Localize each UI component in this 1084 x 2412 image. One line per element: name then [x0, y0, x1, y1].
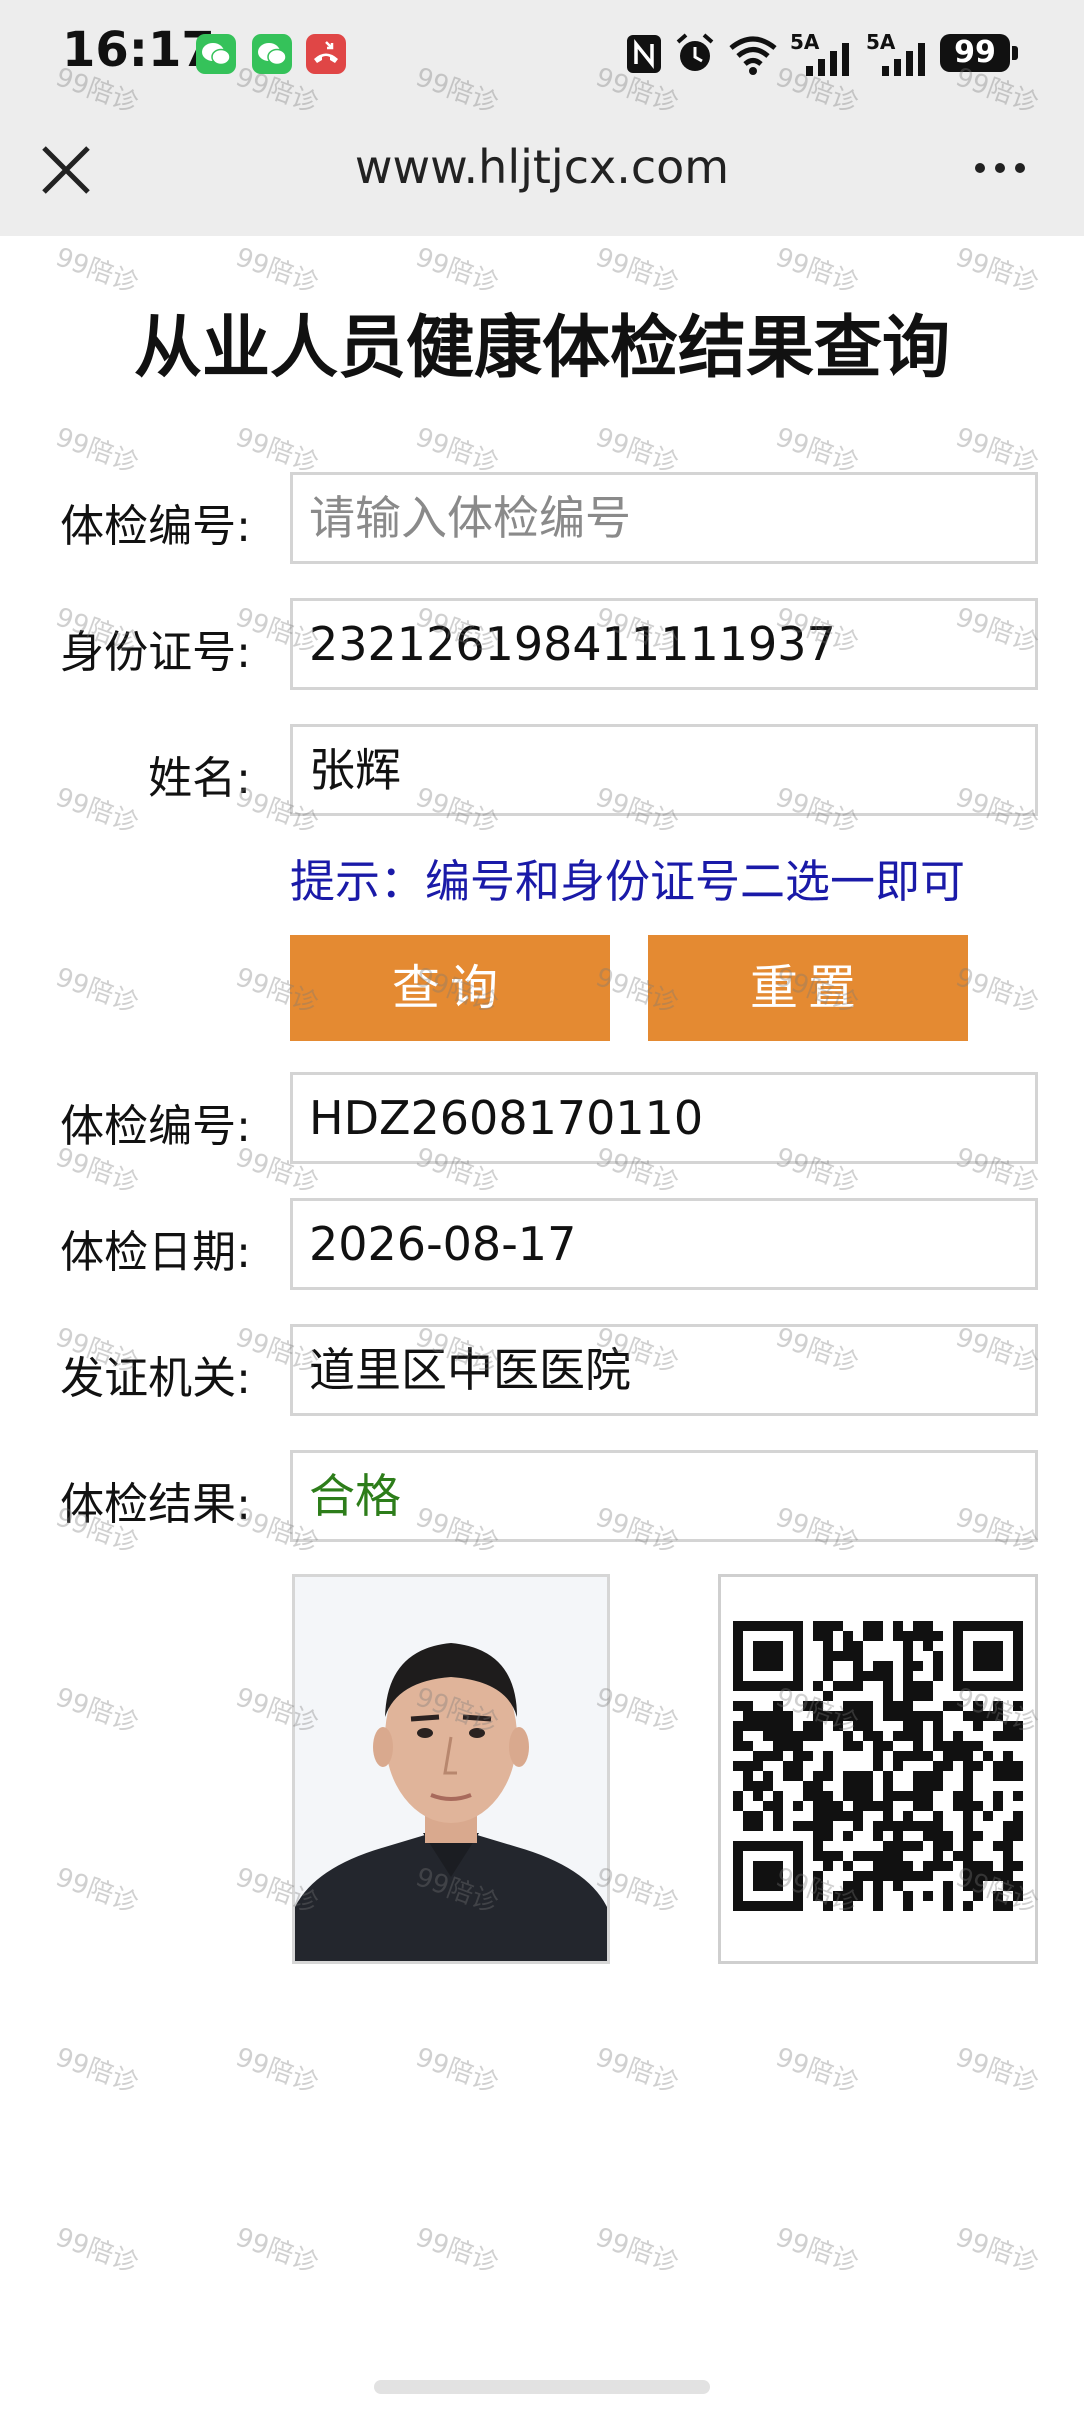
watermark-text: 99陪诊 — [51, 422, 142, 480]
missed-call-icon — [306, 34, 346, 74]
hint-text: 提示：编号和身份证号二选一即可 — [290, 855, 966, 908]
watermark-text: 99陪诊 — [231, 422, 322, 480]
watermark-text: 99陪诊 — [51, 2042, 142, 2100]
wifi-icon — [729, 36, 777, 75]
watermark-text: 99陪诊 — [591, 422, 682, 480]
status-time: 16:17 — [62, 22, 215, 78]
home-indicator[interactable] — [374, 2380, 710, 2394]
qr-code-image — [733, 1621, 1023, 1911]
signal-5a-icon: 5A — [866, 30, 928, 76]
watermark-text: 99陪诊 — [51, 242, 142, 300]
id-photo — [292, 1574, 610, 1964]
result-exam-no-field: HDZ2608170110 — [290, 1072, 1038, 1164]
more-icon[interactable] — [970, 148, 1030, 188]
battery-tip — [1012, 46, 1018, 60]
exam-no-label: 体检编号: — [60, 501, 251, 552]
watermark-text: 99陪诊 — [951, 2222, 1042, 2280]
name-input[interactable]: 张辉 — [290, 724, 1038, 816]
result-issuer-label: 发证机关: — [60, 1353, 251, 1404]
result-date-label: 体检日期: — [60, 1227, 251, 1278]
exam-no-input[interactable] — [290, 472, 1038, 564]
id-number-label: 身份证号: — [60, 627, 251, 678]
watermark-text: 99陪诊 — [591, 2042, 682, 2100]
watermark-text: 99陪诊 — [771, 422, 862, 480]
wechat-icon — [252, 34, 292, 74]
watermark-text: 99陪诊 — [231, 2222, 322, 2280]
query-button[interactable]: 查询 — [290, 935, 610, 1041]
signal-5a-icon: 5A — [790, 30, 852, 76]
result-exam-no-label: 体检编号: — [60, 1101, 251, 1152]
watermark-text: 99陪诊 — [51, 962, 142, 1020]
watermark-text: 99陪诊 — [411, 242, 502, 300]
qr-code — [718, 1574, 1038, 1964]
watermark-text: 99陪诊 — [51, 2222, 142, 2280]
url-bar[interactable]: www.hljtjcx.com — [0, 140, 1084, 194]
nfc-icon — [627, 35, 661, 73]
page-title: 从业人员健康体检结果查询 — [133, 309, 950, 388]
id-number-input[interactable]: 232126198411111937 — [290, 598, 1038, 690]
watermark-text: 99陪诊 — [771, 242, 862, 300]
watermark-text: 99陪诊 — [231, 2042, 322, 2100]
reset-button[interactable]: 重置 — [648, 935, 968, 1041]
watermark-text: 99陪诊 — [951, 422, 1042, 480]
watermark-text: 99陪诊 — [591, 242, 682, 300]
wechat-icon — [196, 34, 236, 74]
watermark-text: 99陪诊 — [771, 2042, 862, 2100]
watermark-text: 99陪诊 — [411, 2222, 502, 2280]
result-issuer-field: 道里区中医医院 — [290, 1324, 1038, 1416]
watermark-text: 99陪诊 — [591, 2222, 682, 2280]
watermark-text: 99陪诊 — [231, 242, 322, 300]
name-label: 姓名: — [148, 753, 251, 804]
result-date-field: 2026-08-17 — [290, 1198, 1038, 1290]
watermark-text: 99陪诊 — [51, 1682, 142, 1740]
watermark-text: 99陪诊 — [51, 1862, 142, 1920]
watermark-text: 99陪诊 — [951, 2042, 1042, 2100]
watermark-text: 99陪诊 — [951, 242, 1042, 300]
result-status-field: 合格 — [290, 1450, 1038, 1542]
battery-indicator: 99 — [940, 34, 1010, 72]
browser-top-bar: 16:17 5A 5A 99 www.hljtjcx.com — [0, 0, 1084, 236]
watermark-text: 99陪诊 — [411, 422, 502, 480]
portrait-image — [295, 1577, 607, 1961]
alarm-icon — [676, 33, 714, 71]
watermark-text: 99陪诊 — [771, 2222, 862, 2280]
status-bar: 16:17 5A 5A 99 — [0, 0, 1084, 110]
result-status-label: 体检结果: — [60, 1479, 251, 1530]
watermark-text: 99陪诊 — [411, 2042, 502, 2100]
